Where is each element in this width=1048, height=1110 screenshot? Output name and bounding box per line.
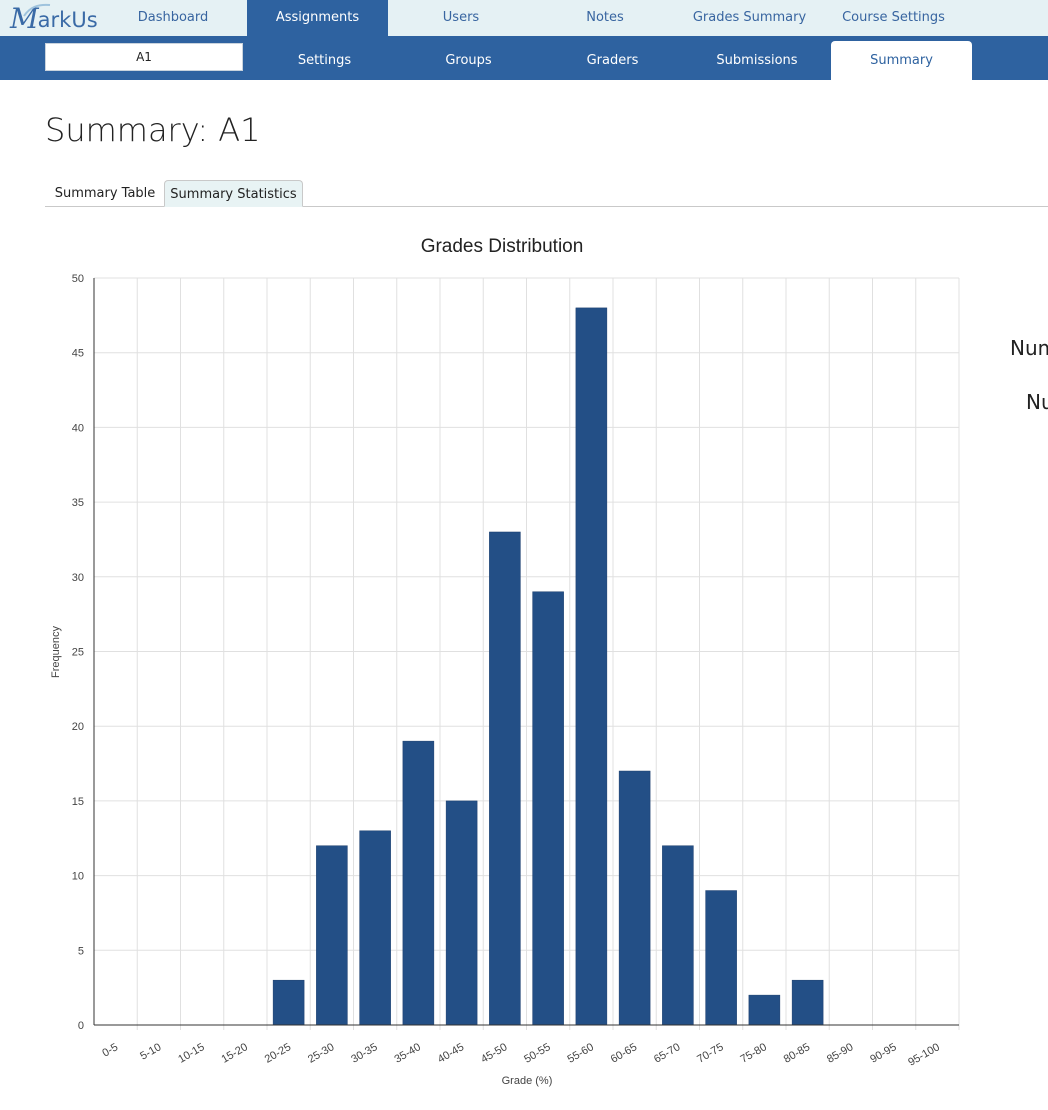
x-tick-label: 35-40 [393,1041,423,1065]
y-tick-label: 40 [72,422,84,434]
x-tick-label: 5-10 [138,1041,163,1062]
x-tick-label: 45-50 [479,1041,509,1065]
x-axis-label: Grade (%) [502,1075,553,1087]
y-axis-ticks: 0 5 10 15 20 25 30 35 40 45 50 [72,273,84,1032]
x-tick-label: 40-45 [436,1041,466,1065]
bar-40-45 [445,800,478,1026]
x-tick-label: 65-70 [652,1041,682,1065]
chart-bars [272,307,824,1026]
bar-25-30 [316,845,348,1026]
nav-course-settings[interactable]: Course Settings [822,0,965,36]
x-tick-label: 30-35 [349,1041,379,1065]
bar-75-80 [748,994,781,1026]
x-tick-label: 10-15 [176,1041,206,1065]
bar-65-70 [662,845,694,1026]
x-tick-label: 20-25 [263,1041,293,1065]
bar-30-35 [359,830,391,1026]
y-tick-label: 45 [72,348,84,360]
assignment-selector[interactable]: A1 [45,43,243,71]
bar-80-85 [791,979,824,1026]
x-tick-label: 50-55 [522,1041,552,1065]
y-tick-label: 15 [72,796,84,808]
bar-20-25 [272,979,305,1026]
y-tick-label: 30 [72,572,84,584]
y-tick-label: 5 [78,945,84,957]
bar-70-75 [705,890,737,1026]
x-tick-label: 25-30 [306,1041,336,1065]
y-axis-label: Frequency [50,626,62,678]
x-tick-label: 0-5 [100,1041,120,1059]
bar-50-55 [532,591,564,1026]
x-tick-label: 85-90 [825,1041,855,1065]
chart-title: Grades Distribution [421,236,584,257]
x-axis-ticks: 0-5 5-10 10-15 15-20 20-25 25-30 30-35 35-40 40-… [100,1041,942,1069]
tab-summary-statistics[interactable]: Summary Statistics [164,180,303,207]
nav-dashboard[interactable]: Dashboard [100,0,246,36]
x-tick-label: 75-80 [739,1041,769,1065]
y-tick-label: 0 [78,1020,84,1032]
x-tick-label: 15-20 [220,1041,250,1065]
bar-35-40 [402,740,435,1026]
x-tick-label: 55-60 [566,1041,596,1065]
grades-distribution-chart: Grades Distribution 0 5 10 15 20 25 30 35 40 45 50… [50,236,960,1087]
nav-users[interactable]: Users [390,0,532,36]
subnav-graders[interactable]: Graders [541,41,684,80]
x-tick-label: 60-65 [609,1041,639,1065]
bar-55-60 [575,307,608,1026]
page-title: Summary: A1 [45,111,261,149]
x-tick-label: 95-100 [906,1041,942,1069]
nav-notes[interactable]: Notes [534,0,676,36]
bar-45-50 [489,531,521,1026]
logo-swoosh-icon [23,3,51,17]
chart-grid [94,277,960,1030]
y-tick-label: 10 [72,871,84,883]
x-tick-label: 70-75 [695,1041,725,1065]
tab-summary-table[interactable]: Summary Table [46,180,164,207]
subnav-submissions[interactable]: Submissions [685,41,829,80]
y-tick-label: 20 [72,721,84,733]
y-tick-label: 25 [72,647,84,659]
y-tick-label: 35 [72,497,84,509]
subnav-summary[interactable]: Summary [831,41,972,80]
markus-logo[interactable]: M arkUs [10,2,98,34]
bar-60-65 [618,770,651,1026]
statistic-label-2: Nu [1026,390,1048,414]
nav-grades-summary[interactable]: Grades Summary [678,0,821,36]
subnav-settings[interactable]: Settings [253,41,396,80]
y-tick-label: 50 [72,273,84,285]
subnav-groups[interactable]: Groups [397,41,540,80]
nav-assignments[interactable]: Assignments [247,0,388,36]
x-tick-label: 80-85 [782,1041,812,1065]
statistic-label-1: Num [1010,336,1048,360]
x-tick-label: 90-95 [868,1041,898,1065]
